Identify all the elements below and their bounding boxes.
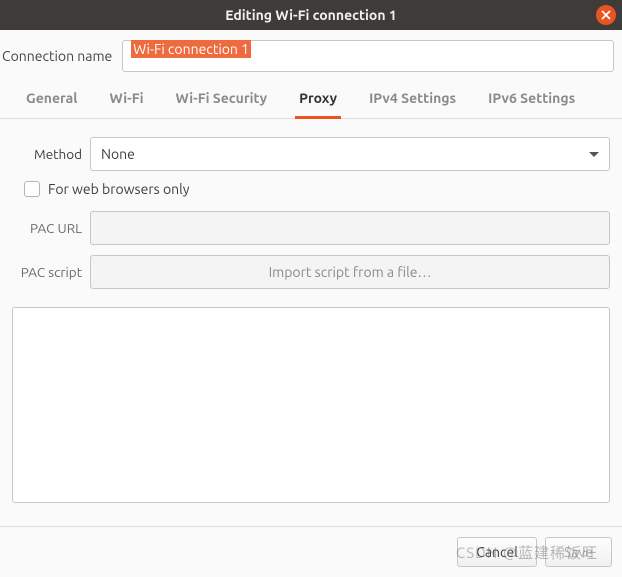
window-title: Editing Wi-Fi connection 1 — [225, 7, 397, 23]
connection-name-row: Connection name Wi-Fi connection 1 — [0, 30, 622, 80]
chevron-down-icon — [589, 152, 599, 157]
close-button[interactable] — [596, 5, 616, 25]
save-button[interactable]: Save — [545, 537, 612, 567]
script-content-box[interactable] — [12, 307, 610, 503]
cancel-button[interactable]: Cancel — [457, 537, 537, 567]
pac-script-label: PAC script — [12, 264, 82, 280]
method-row: Method None — [12, 137, 610, 171]
method-label: Method — [12, 146, 82, 162]
dialog-footer: Cancel Save — [0, 526, 622, 577]
connection-name-label: Connection name — [0, 48, 112, 64]
tab-ipv4[interactable]: IPv4 Settings — [353, 80, 472, 118]
browsers-only-checkbox[interactable] — [24, 181, 40, 197]
pac-url-label: PAC URL — [12, 220, 82, 236]
pac-url-input[interactable] — [90, 211, 610, 245]
method-value: None — [101, 146, 135, 162]
connection-name-input[interactable]: Wi-Fi connection 1 — [122, 40, 614, 72]
tab-wifi-security[interactable]: Wi-Fi Security — [159, 80, 283, 118]
proxy-panel: Method None For web browsers only PAC UR… — [0, 119, 622, 307]
pac-script-row: PAC script Import script from a file… — [12, 255, 610, 289]
close-icon — [601, 10, 611, 20]
titlebar: Editing Wi-Fi connection 1 — [0, 0, 622, 30]
method-select[interactable]: None — [90, 137, 610, 171]
browsers-only-label: For web browsers only — [48, 181, 190, 197]
import-script-label: Import script from a file… — [269, 264, 432, 280]
tab-general[interactable]: General — [10, 80, 94, 118]
tab-proxy[interactable]: Proxy — [283, 80, 353, 118]
tab-bar: General Wi-Fi Wi-Fi Security Proxy IPv4 … — [0, 80, 622, 119]
browsers-only-row: For web browsers only — [24, 181, 610, 197]
pac-url-row: PAC URL — [12, 211, 610, 245]
connection-name-value: Wi-Fi connection 1 — [131, 40, 251, 58]
import-script-button[interactable]: Import script from a file… — [90, 255, 610, 289]
tab-wifi[interactable]: Wi-Fi — [94, 80, 160, 118]
tab-ipv6[interactable]: IPv6 Settings — [472, 80, 591, 118]
